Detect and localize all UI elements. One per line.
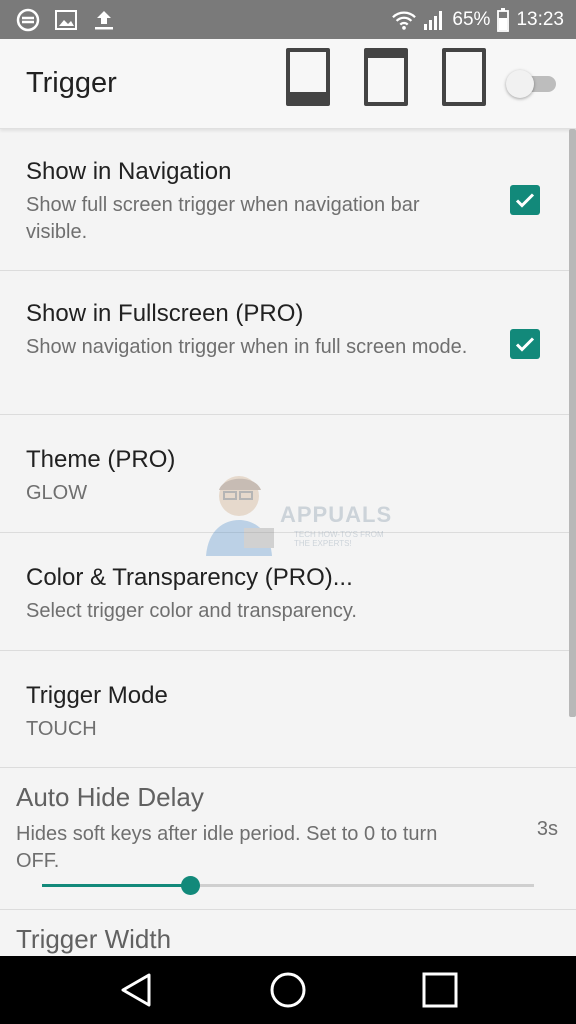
signal-icon (422, 8, 446, 32)
back-button[interactable] (101, 956, 171, 1024)
pref-title: Trigger Mode (26, 682, 168, 709)
wifi-icon (392, 8, 417, 32)
page-title: Trigger (26, 67, 117, 99)
pref-title: Color & Transparency (PRO)... (26, 564, 353, 591)
app-bar: Trigger (0, 39, 576, 129)
battery-icon (496, 7, 510, 32)
pref-title: Show in Fullscreen (PRO) (26, 300, 304, 327)
watermark-text: APPUALS (280, 502, 393, 527)
show-in-navigation-checkbox[interactable] (510, 185, 540, 215)
battery-percent: 65% (452, 8, 491, 30)
upload-icon (92, 8, 116, 32)
mode-top-icon[interactable] (364, 48, 408, 106)
pref-summary: TOUCH (26, 718, 97, 740)
pref-summary: Select trigger color and transparency. (26, 600, 357, 622)
master-toggle[interactable] (506, 69, 558, 98)
status-bar: 65% 13:23 (0, 0, 576, 39)
mode-navigation-icon[interactable] (286, 48, 330, 106)
watermark-logo: APPUALS TECH HOW-TO'S FROM THE EXPERTS! (194, 468, 391, 558)
pref-summary: Show navigation trigger when in full scr… (26, 336, 468, 358)
scrollbar[interactable] (569, 129, 576, 717)
pref-trigger-width[interactable]: Trigger Width (0, 910, 576, 955)
mode-none-icon[interactable] (442, 48, 486, 106)
pref-title: Auto Hide Delay (16, 782, 204, 812)
pref-trigger-mode[interactable]: Trigger Mode TOUCH (0, 651, 576, 768)
show-in-fullscreen-checkbox[interactable] (510, 329, 540, 359)
slider-thumb[interactable] (180, 876, 200, 895)
pref-summary: Show full screen trigger when navigation… (26, 194, 420, 243)
pref-title: Show in Navigation (26, 158, 232, 185)
recents-icon (422, 972, 458, 1008)
pref-show-in-fullscreen[interactable]: Show in Fullscreen (PRO) Show navigation… (0, 271, 576, 415)
image-icon (54, 8, 78, 32)
pref-title: Trigger Width (16, 924, 172, 954)
pref-summary: Hides soft keys after idle period. Set t… (16, 823, 438, 872)
home-button[interactable] (253, 956, 323, 1024)
navigation-bar (0, 956, 576, 1024)
check-icon (515, 193, 535, 208)
check-icon (515, 337, 535, 352)
clock: 13:23 (516, 8, 564, 30)
pref-show-in-navigation[interactable]: Show in Navigation Show full screen trig… (0, 129, 576, 271)
auto-hide-delay-slider[interactable] (42, 873, 534, 897)
recents-button[interactable] (405, 956, 475, 1024)
pref-auto-hide-delay: Auto Hide Delay Hides soft keys after id… (0, 768, 576, 910)
watermark-subtext: TECH HOW-TO'S FROM THE EXPERTS! (294, 530, 384, 548)
back-icon (121, 973, 151, 1007)
slider-value: 3s (536, 818, 558, 840)
home-icon (270, 972, 306, 1008)
sync-icon (16, 8, 40, 32)
